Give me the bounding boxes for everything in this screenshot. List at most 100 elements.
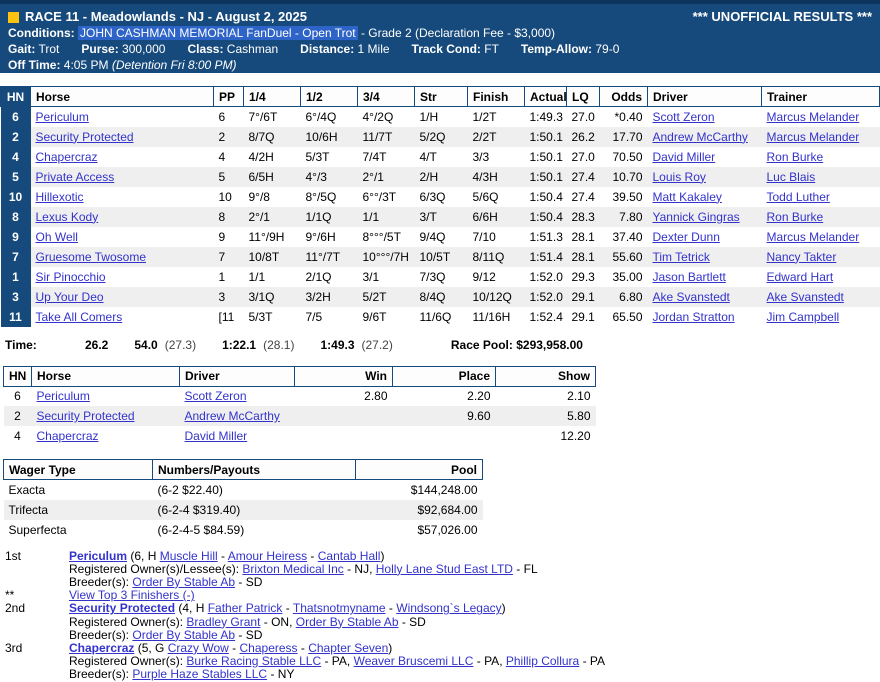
horse-link[interactable]: Take All Comers bbox=[36, 310, 123, 324]
trainer-link[interactable]: Marcus Melander bbox=[767, 110, 860, 124]
driver-link[interactable]: Louis Roy bbox=[653, 170, 706, 184]
trainer-link[interactable]: Ron Burke bbox=[767, 210, 824, 224]
cell-odds: 39.50 bbox=[600, 187, 648, 207]
horse-link[interactable]: Security Protected bbox=[37, 409, 135, 423]
cell-place bbox=[393, 426, 496, 446]
cell-str: 4/T bbox=[415, 147, 468, 167]
horse-link[interactable]: Lexus Kody bbox=[36, 210, 99, 224]
cell-horse: Hillexotic bbox=[31, 187, 214, 207]
cell-pool: $92,684.00 bbox=[356, 500, 483, 520]
view-top3-link[interactable]: View Top 3 Finishers (-) bbox=[69, 588, 195, 602]
finisher-horse-link[interactable]: Security Protected bbox=[69, 601, 175, 615]
horse-link[interactable]: Gruesome Twosome bbox=[36, 250, 147, 264]
driver-link[interactable]: Tim Tetrick bbox=[653, 250, 710, 264]
horse-link[interactable]: Hillexotic bbox=[36, 190, 84, 204]
driver-link[interactable]: Andrew McCarthy bbox=[185, 409, 280, 423]
cell-place: 9.60 bbox=[393, 406, 496, 426]
horse-link[interactable]: Chapercraz bbox=[37, 429, 99, 443]
owner-link[interactable]: Order By Stable Ab bbox=[296, 615, 399, 629]
trainer-link[interactable]: Luc Blais bbox=[767, 170, 816, 184]
cell-finish: 3/3 bbox=[468, 147, 525, 167]
pedigree-link[interactable]: Thatsnotmyname bbox=[293, 601, 386, 615]
column-header-q3: 3/4 bbox=[358, 87, 415, 107]
finisher-horse-link[interactable]: Chapercraz bbox=[69, 641, 134, 655]
owner-link[interactable]: Weaver Bruscemi LLC bbox=[354, 654, 474, 668]
trainer-link[interactable]: Edward Hart bbox=[767, 270, 834, 284]
breeder-link[interactable]: Order By Stable Ab bbox=[132, 628, 235, 642]
owner-link[interactable]: Phillip Collura bbox=[506, 654, 579, 668]
owner-link[interactable]: Brixton Medical Inc bbox=[242, 562, 343, 576]
cell-str: 8/4Q bbox=[415, 287, 468, 307]
race-stat: Class: Cashman bbox=[187, 42, 278, 56]
column-header-q1: 1/4 bbox=[244, 87, 301, 107]
pedigree-link[interactable]: Cantab Hall bbox=[318, 549, 381, 563]
trainer-link[interactable]: Nancy Takter bbox=[767, 250, 837, 264]
horse-link[interactable]: Chapercraz bbox=[36, 150, 98, 164]
cell-odds: 17.70 bbox=[600, 127, 648, 147]
cell-horse: Lexus Kody bbox=[31, 207, 214, 227]
column-header-place: Place bbox=[393, 366, 496, 386]
breeder-link[interactable]: Order By Stable Ab bbox=[132, 575, 235, 589]
breeder-link[interactable]: Purple Haze Stables LLC bbox=[132, 667, 267, 681]
race-title: RACE 11 - Meadowlands - NJ - August 2, 2… bbox=[25, 9, 307, 25]
driver-link[interactable]: David Miller bbox=[185, 429, 248, 443]
driver-link[interactable]: Ake Svanstedt bbox=[653, 290, 730, 304]
cell-pp: 4 bbox=[214, 147, 244, 167]
trainer-link[interactable]: Todd Luther bbox=[767, 190, 830, 204]
horse-link[interactable]: Private Access bbox=[36, 170, 115, 184]
driver-link[interactable]: Dexter Dunn bbox=[653, 230, 720, 244]
horse-link[interactable]: Sir Pinocchio bbox=[36, 270, 106, 284]
driver-link[interactable]: Matt Kakaley bbox=[653, 190, 722, 204]
pedigree-link[interactable]: Chapter Seven bbox=[308, 641, 388, 655]
pedigree-link[interactable]: Amour Heiress bbox=[228, 549, 307, 563]
driver-link[interactable]: Scott Zeron bbox=[185, 389, 247, 403]
cell-lq: 27.4 bbox=[567, 187, 600, 207]
race-pool-label: Race Pool: bbox=[451, 338, 513, 352]
pedigree-link[interactable]: Muscle Hill bbox=[160, 549, 218, 563]
trainer-link[interactable]: Ake Svanstedt bbox=[767, 290, 844, 304]
column-header-lq: LQ bbox=[567, 87, 600, 107]
pedigree-link[interactable]: Crazy Wow bbox=[168, 641, 229, 655]
cell-lq: 27.0 bbox=[567, 147, 600, 167]
cell-horse: Take All Comers bbox=[31, 307, 214, 327]
cell-q2: 4°/3 bbox=[301, 167, 358, 187]
cell-pool: $57,026.00 bbox=[356, 520, 483, 540]
cell-hn: 10 bbox=[1, 187, 31, 207]
result-row: 2Security Protected28/7Q10/6H11/7T5/2Q2/… bbox=[1, 127, 880, 147]
pedigree-link[interactable]: Windsong`s Legacy bbox=[396, 601, 501, 615]
driver-link[interactable]: Scott Zeron bbox=[653, 110, 715, 124]
driver-link[interactable]: Andrew McCarthy bbox=[653, 130, 748, 144]
cell-odds: 35.00 bbox=[600, 267, 648, 287]
horse-link[interactable]: Oh Well bbox=[36, 230, 78, 244]
horse-link[interactable]: Periculum bbox=[36, 110, 89, 124]
owner-link[interactable]: Holly Lane Stud East LTD bbox=[376, 562, 513, 576]
cell-hn: 7 bbox=[1, 247, 31, 267]
cell-q1: 8/7Q bbox=[244, 127, 301, 147]
pedigree-link[interactable]: Father Patrick bbox=[208, 601, 283, 615]
cell-q2: 2/1Q bbox=[301, 267, 358, 287]
time-value: 1:22.1 bbox=[222, 338, 256, 352]
trainer-link[interactable]: Ron Burke bbox=[767, 150, 824, 164]
cell-q1: 5/3T bbox=[244, 307, 301, 327]
finisher-owner-line-content: Registered Owner(s): Bradley Grant - ON,… bbox=[69, 616, 426, 629]
driver-link[interactable]: David Miller bbox=[653, 150, 716, 164]
trainer-link[interactable]: Marcus Melander bbox=[767, 130, 860, 144]
trainer-link[interactable]: Marcus Melander bbox=[767, 230, 860, 244]
time-split-value: (27.3) bbox=[165, 338, 196, 352]
cell-horse: Oh Well bbox=[31, 227, 214, 247]
trainer-link[interactable]: Jim Campbell bbox=[767, 310, 840, 324]
pedigree-link[interactable]: Chaperess bbox=[240, 641, 298, 655]
owner-link[interactable]: Burke Racing Stable LLC bbox=[186, 654, 321, 668]
horse-link[interactable]: Periculum bbox=[37, 389, 90, 403]
horse-link[interactable]: Security Protected bbox=[36, 130, 134, 144]
driver-link[interactable]: Jordan Stratton bbox=[653, 310, 735, 324]
cell-q3: 7/4T bbox=[358, 147, 415, 167]
finisher-horse-link[interactable]: Periculum bbox=[69, 549, 127, 563]
cell-odds: 37.40 bbox=[600, 227, 648, 247]
owner-link[interactable]: Bradley Grant bbox=[186, 615, 260, 629]
race-stat: Purse: 300,000 bbox=[81, 42, 165, 56]
driver-link[interactable]: Jason Bartlett bbox=[653, 270, 726, 284]
finisher-rank-spacer bbox=[5, 576, 69, 589]
horse-link[interactable]: Up Your Deo bbox=[36, 290, 104, 304]
driver-link[interactable]: Yannick Gingras bbox=[653, 210, 740, 224]
